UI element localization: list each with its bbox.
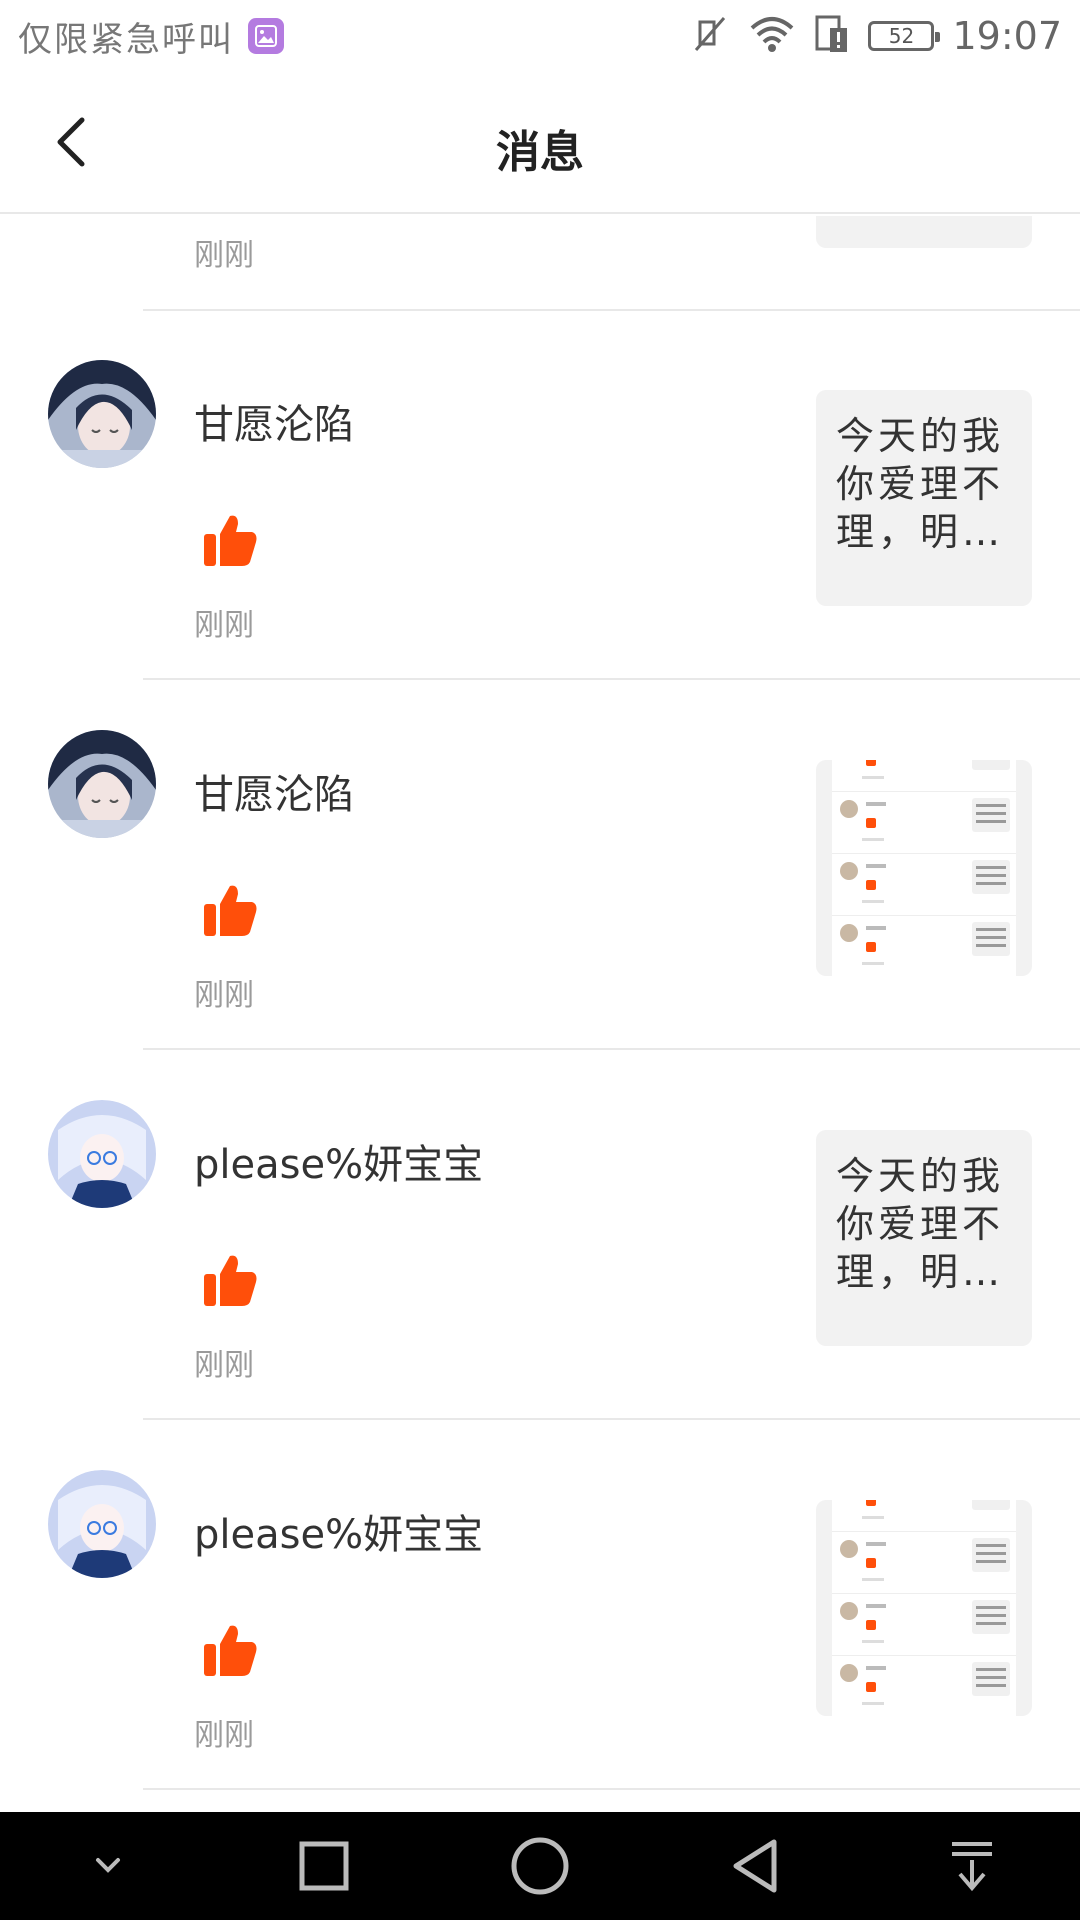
header: 消息 <box>0 72 1080 214</box>
divider <box>143 1788 1080 1790</box>
status-bar: 仅限紧急呼叫 52 19:07 <box>0 0 1080 72</box>
mute-icon <box>690 14 730 58</box>
post-thumbnail-image[interactable] <box>816 1500 1032 1716</box>
battery-indicator: 52 <box>868 21 941 51</box>
system-nav-bar <box>0 1812 1080 1920</box>
avatar[interactable] <box>48 1100 156 1208</box>
sim-alert-icon <box>814 14 850 58</box>
square-icon <box>299 1841 349 1891</box>
pull-down-icon <box>952 1842 992 1892</box>
list-item[interactable]: 甘愿沦陷 刚刚 <box>0 680 1080 1048</box>
clock: 19:07 <box>952 14 1062 58</box>
nav-back-button[interactable] <box>716 1826 796 1906</box>
wifi-icon <box>748 14 796 58</box>
list-item[interactable]: please%妍宝宝 刚刚 <box>0 1420 1080 1788</box>
username[interactable]: 甘愿沦陷 <box>194 762 354 820</box>
post-thumbnail-image[interactable] <box>816 760 1032 976</box>
list-item[interactable]: 甘愿沦陷 刚刚 今天的我你爱理不理，明… <box>0 310 1080 678</box>
thumbs-up-icon <box>204 515 257 566</box>
nav-recent-button[interactable] <box>284 1826 364 1906</box>
avatar[interactable] <box>48 360 156 468</box>
nav-notification-button[interactable] <box>932 1826 1012 1906</box>
avatar[interactable] <box>48 730 156 838</box>
timestamp: 刚刚 <box>194 238 254 273</box>
triangle-back-icon <box>733 1839 777 1893</box>
thumbs-up-icon <box>204 1255 257 1306</box>
timestamp: 刚刚 <box>194 608 254 643</box>
message-list[interactable]: 刚刚 甘愿沦陷 刚刚 今天的我你爱理不理，明… 甘愿沦陷 刚刚 please%妍… <box>0 216 1080 1812</box>
circle-icon <box>511 1837 569 1895</box>
timestamp: 刚刚 <box>194 1718 254 1753</box>
post-thumbnail[interactable]: 今天的我你爱理不理，明… <box>816 1130 1032 1346</box>
partial-thumbnail[interactable] <box>816 216 1032 248</box>
screenshot-preview <box>832 760 1016 976</box>
list-item-partial[interactable]: 刚刚 <box>0 216 1080 310</box>
username[interactable]: please%妍宝宝 <box>194 1502 483 1560</box>
nav-hide-button[interactable] <box>68 1826 148 1906</box>
thumbs-up-icon <box>204 1625 257 1676</box>
post-preview-text: 今天的我你爱理不理，明… <box>836 1154 1005 1294</box>
username[interactable]: 甘愿沦陷 <box>194 392 354 450</box>
carrier-text: 仅限紧急呼叫 <box>18 19 234 60</box>
nav-home-button[interactable] <box>500 1826 580 1906</box>
thumbs-up-icon <box>204 885 257 936</box>
status-right: 52 19:07 <box>690 12 1062 60</box>
post-preview-text: 今天的我你爱理不理，明… <box>836 414 1005 554</box>
list-item[interactable]: please%妍宝宝 刚刚 今天的我你爱理不理，明… <box>0 1050 1080 1418</box>
username[interactable]: please%妍宝宝 <box>194 1132 483 1190</box>
avatar[interactable] <box>48 1470 156 1578</box>
page-title: 消息 <box>496 127 584 178</box>
chevron-down-icon <box>96 1858 120 1873</box>
status-left: 仅限紧急呼叫 <box>18 14 284 60</box>
gallery-notification-icon <box>248 18 284 54</box>
timestamp: 刚刚 <box>194 1348 254 1383</box>
timestamp: 刚刚 <box>194 978 254 1013</box>
post-thumbnail[interactable]: 今天的我你爱理不理，明… <box>816 390 1032 606</box>
screenshot-preview <box>832 1500 1016 1716</box>
